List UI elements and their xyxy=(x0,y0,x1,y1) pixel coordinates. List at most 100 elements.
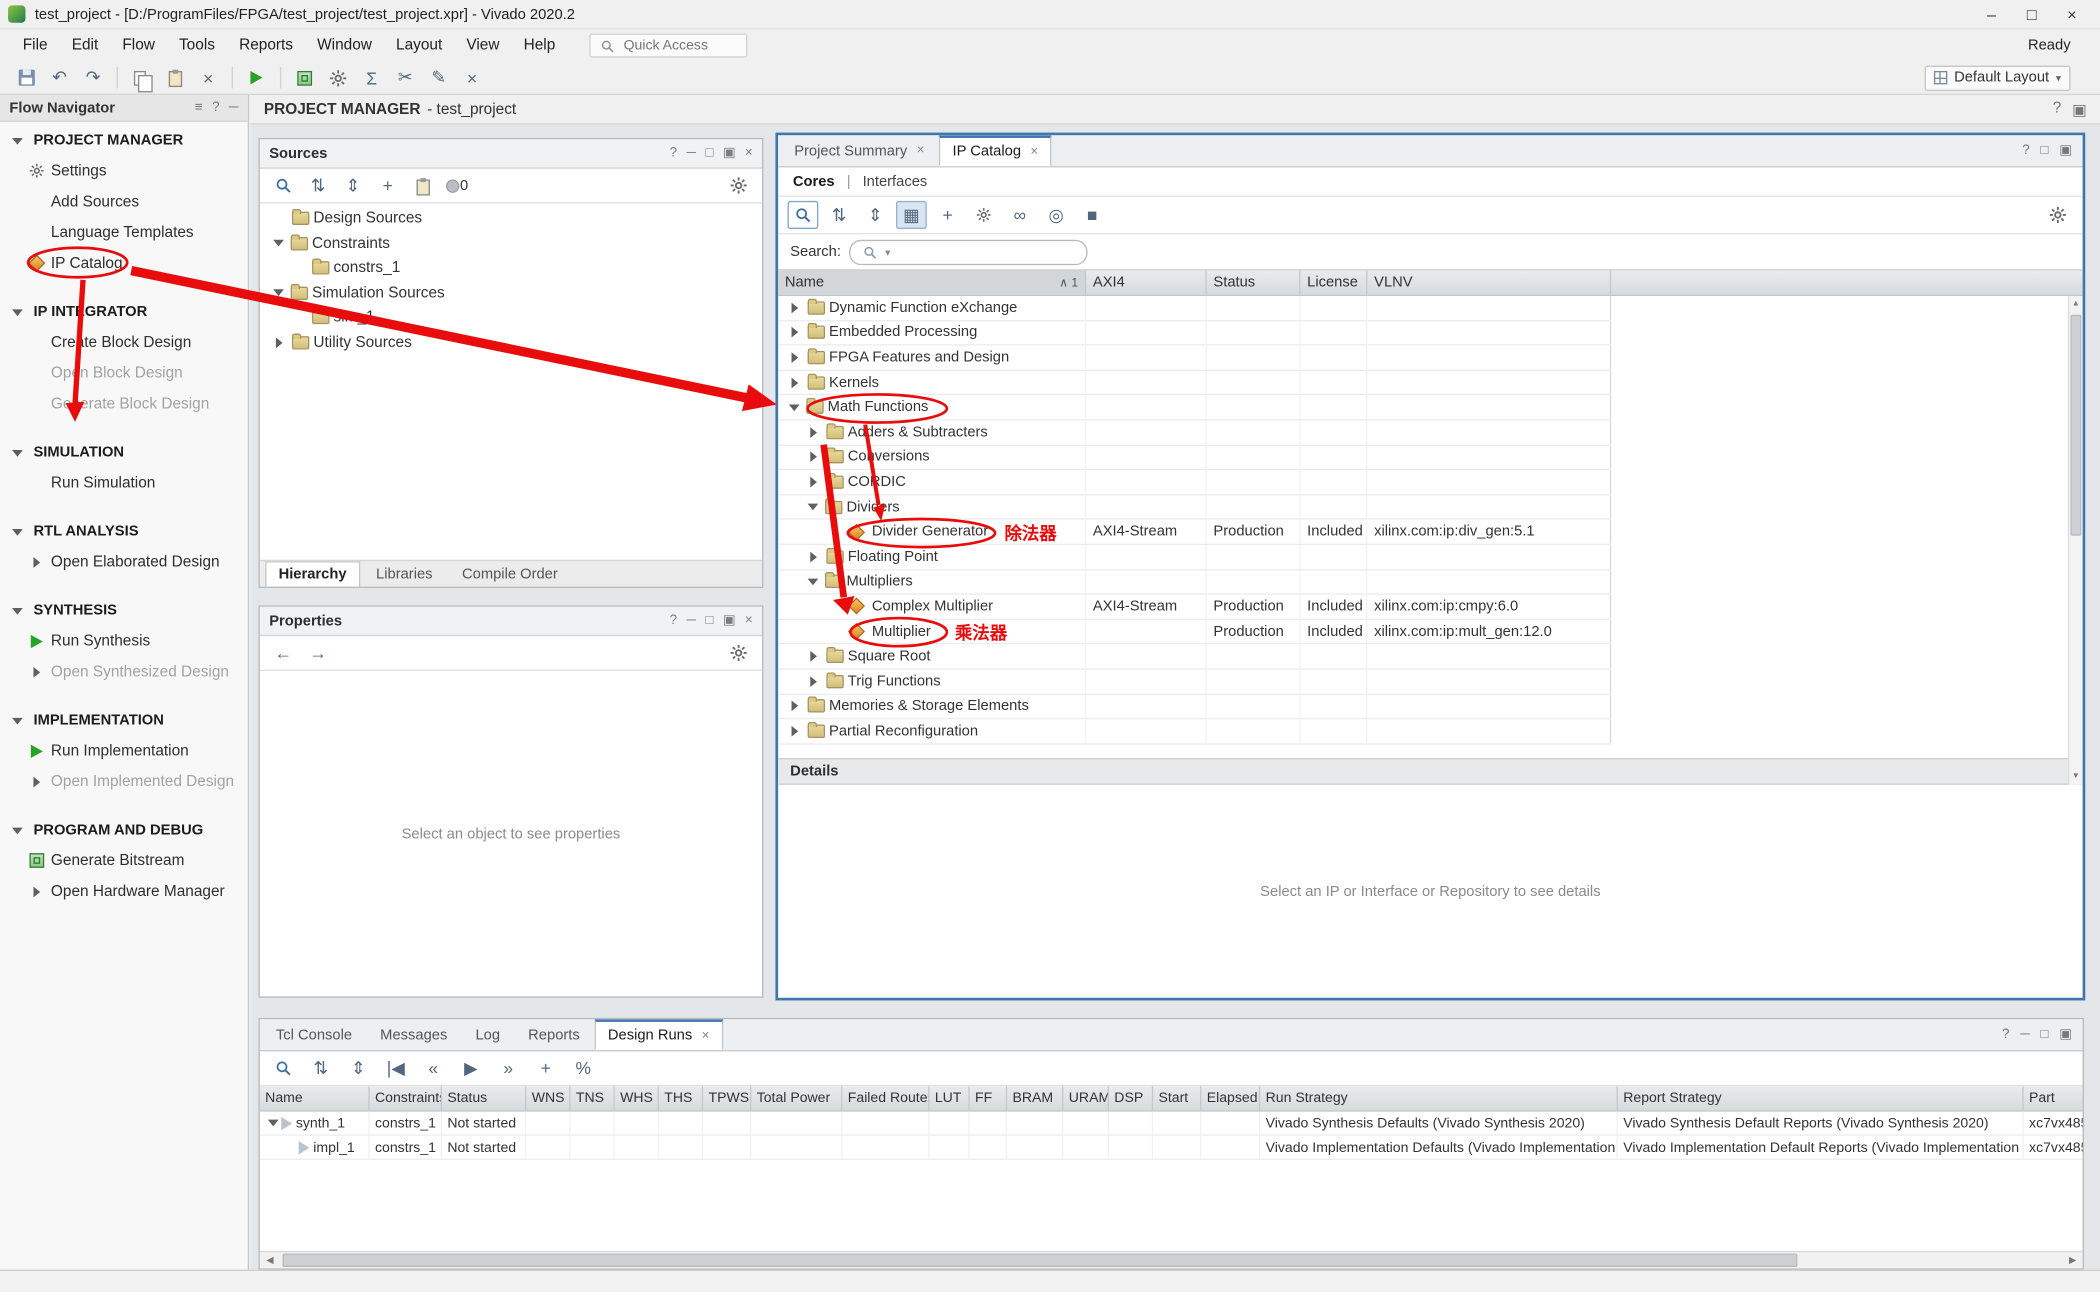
settings-button[interactable] xyxy=(323,64,354,92)
column-header-axi4[interactable]: AXI4 xyxy=(1086,271,1207,295)
chevron-right-icon[interactable] xyxy=(792,377,799,388)
flow-item-generate-bitstream[interactable]: Generate Bitstream xyxy=(0,845,248,876)
ip-row-fpga-features-and-design[interactable]: FPGA Features and Design xyxy=(778,346,1611,371)
ip-row-conversions[interactable]: Conversions xyxy=(778,445,1611,470)
column-header-tpws[interactable]: TPWS xyxy=(703,1086,751,1110)
minimize-panel-icon[interactable]: ─ xyxy=(686,146,696,161)
menu-layout[interactable]: Layout xyxy=(384,33,454,57)
column-header-uram[interactable]: URAM xyxy=(1063,1086,1109,1110)
column-header-constraints[interactable]: Constraints xyxy=(370,1086,442,1110)
column-header-status[interactable]: Status xyxy=(442,1086,526,1110)
collapse-all-button[interactable]: ⇅ xyxy=(303,171,334,199)
scroll-left-icon[interactable]: ◀ xyxy=(260,1252,280,1268)
search-button[interactable] xyxy=(788,201,819,229)
ip-row-partial-reconfiguration[interactable]: Partial Reconfiguration xyxy=(778,719,1611,744)
column-header-name[interactable]: Name xyxy=(260,1086,370,1110)
flow-item-open-block-design[interactable]: Open Block Design xyxy=(0,358,248,389)
close-tab-icon[interactable]: × xyxy=(702,1028,710,1043)
expand-all-button[interactable]: ⇕ xyxy=(860,201,891,229)
source-tree-item-sim-1[interactable]: sim_1 xyxy=(260,305,762,330)
flow-item-open-synthesized-design[interactable]: Open Synthesized Design xyxy=(0,656,248,687)
source-tree-item-design-sources[interactable]: Design Sources xyxy=(260,206,762,231)
flow-item-create-block-design[interactable]: Create Block Design xyxy=(0,327,248,358)
help-icon[interactable]: ? xyxy=(2022,143,2029,158)
vertical-scrollbar[interactable]: ▲ ▼ xyxy=(2068,296,2083,785)
close-button[interactable]: × xyxy=(457,64,488,92)
view-cores[interactable]: Cores xyxy=(793,173,835,189)
add-sources-button[interactable]: + xyxy=(372,171,403,199)
chevron-down-icon[interactable] xyxy=(808,504,819,511)
back-button[interactable]: ← xyxy=(268,639,299,667)
flow-section-header-implementation[interactable]: IMPLEMENTATION xyxy=(0,706,248,735)
float-icon[interactable]: ▣ xyxy=(2072,100,2087,119)
chevron-right-icon[interactable] xyxy=(792,302,799,313)
tab-libraries[interactable]: Libraries xyxy=(363,561,446,586)
add-ip-button[interactable]: + xyxy=(932,201,963,229)
tab-design-runs[interactable]: Design Runs× xyxy=(595,1019,723,1050)
chevron-right-icon[interactable] xyxy=(810,427,817,438)
ip-row-multipliers[interactable]: Multipliers xyxy=(778,570,1611,595)
maximize-panel-icon[interactable]: □ xyxy=(2040,1027,2048,1042)
menu-tools[interactable]: Tools xyxy=(167,33,227,57)
scrollbar-thumb[interactable] xyxy=(283,1254,1798,1267)
program-button[interactable] xyxy=(289,64,320,92)
chevron-down-icon[interactable] xyxy=(789,404,800,411)
report-button[interactable]: Σ xyxy=(356,64,387,92)
ip-row-math-functions[interactable]: Math Functions xyxy=(778,396,1611,421)
scroll-up-icon[interactable]: ▲ xyxy=(2069,296,2082,312)
close-tab-icon[interactable]: × xyxy=(1030,144,1038,159)
menu-reports[interactable]: Reports xyxy=(227,33,305,57)
collapse-all-button[interactable]: ⇅ xyxy=(305,1054,336,1082)
menu-file[interactable]: File xyxy=(11,33,60,57)
section-collapse-icon[interactable] xyxy=(12,717,23,724)
column-header-failed-routes[interactable]: Failed Routes xyxy=(842,1086,929,1110)
edit-button[interactable]: ✎ xyxy=(423,64,454,92)
flow-item-add-sources[interactable]: Add Sources xyxy=(0,186,248,217)
paste-button[interactable] xyxy=(159,64,190,92)
menu-flow[interactable]: Flow xyxy=(110,33,167,57)
run-button[interactable]: ▶ xyxy=(455,1054,486,1082)
stop-button[interactable]: ■ xyxy=(1077,201,1108,229)
chevron-right-icon[interactable] xyxy=(810,452,817,463)
copy-doc-button[interactable] xyxy=(407,171,438,199)
float-icon[interactable]: ▣ xyxy=(723,613,736,628)
section-collapse-icon[interactable] xyxy=(12,528,23,535)
column-header-status[interactable]: Status xyxy=(1207,271,1301,295)
close-panel-icon[interactable]: × xyxy=(745,613,753,628)
column-header-tns[interactable]: TNS xyxy=(571,1086,615,1110)
cut-button[interactable]: ✂ xyxy=(390,64,421,92)
menu-view[interactable]: View xyxy=(454,33,511,57)
collapse-all-button[interactable]: ⇅ xyxy=(824,201,855,229)
minimize-panel-icon[interactable]: ─ xyxy=(686,613,696,628)
flow-section-header-simulation[interactable]: SIMULATION xyxy=(0,438,248,467)
customize-button[interactable] xyxy=(968,201,999,229)
ip-row-floating-point[interactable]: Floating Point xyxy=(778,545,1611,570)
add-run-button[interactable]: + xyxy=(530,1054,561,1082)
layout-selector[interactable]: Default Layout ▾ xyxy=(1925,65,2071,90)
chevron-right-icon[interactable] xyxy=(33,666,40,677)
menu-window[interactable]: Window xyxy=(305,33,384,57)
flow-item-run-simulation[interactable]: Run Simulation xyxy=(0,467,248,498)
chevron-right-icon[interactable] xyxy=(792,327,799,338)
tab-messages[interactable]: Messages xyxy=(367,1019,461,1050)
flow-section-header-ip-integrator[interactable]: IP INTEGRATOR xyxy=(0,297,248,326)
close-tab-icon[interactable]: × xyxy=(917,143,925,158)
chevron-down-icon[interactable] xyxy=(273,290,284,297)
ip-row-dividers[interactable]: Dividers xyxy=(778,495,1611,520)
ip-row-trig-functions[interactable]: Trig Functions xyxy=(778,670,1611,695)
expand-all-button[interactable]: ⇕ xyxy=(343,1054,374,1082)
help-icon[interactable]: ? xyxy=(670,613,677,628)
source-tree-item-simulation-sources[interactable]: Simulation Sources xyxy=(260,281,762,306)
column-header-part[interactable]: Part xyxy=(2024,1086,2084,1110)
chevron-right-icon[interactable] xyxy=(792,352,799,363)
ip-row-adders-subtracters[interactable]: Adders & Subtracters xyxy=(778,420,1611,445)
chevron-right-icon[interactable] xyxy=(810,651,817,662)
section-collapse-icon[interactable] xyxy=(12,449,23,456)
scrollbar-track[interactable] xyxy=(280,1252,2063,1268)
tab-reports[interactable]: Reports xyxy=(515,1019,593,1050)
chevron-right-icon[interactable] xyxy=(33,886,40,897)
maximize-button[interactable]: □ xyxy=(2012,1,2052,28)
tab-hierarchy[interactable]: Hierarchy xyxy=(265,561,360,586)
column-header-elapsed[interactable]: Elapsed xyxy=(1201,1086,1260,1110)
flow-item-open-hardware-manager[interactable]: Open Hardware Manager xyxy=(0,876,248,907)
